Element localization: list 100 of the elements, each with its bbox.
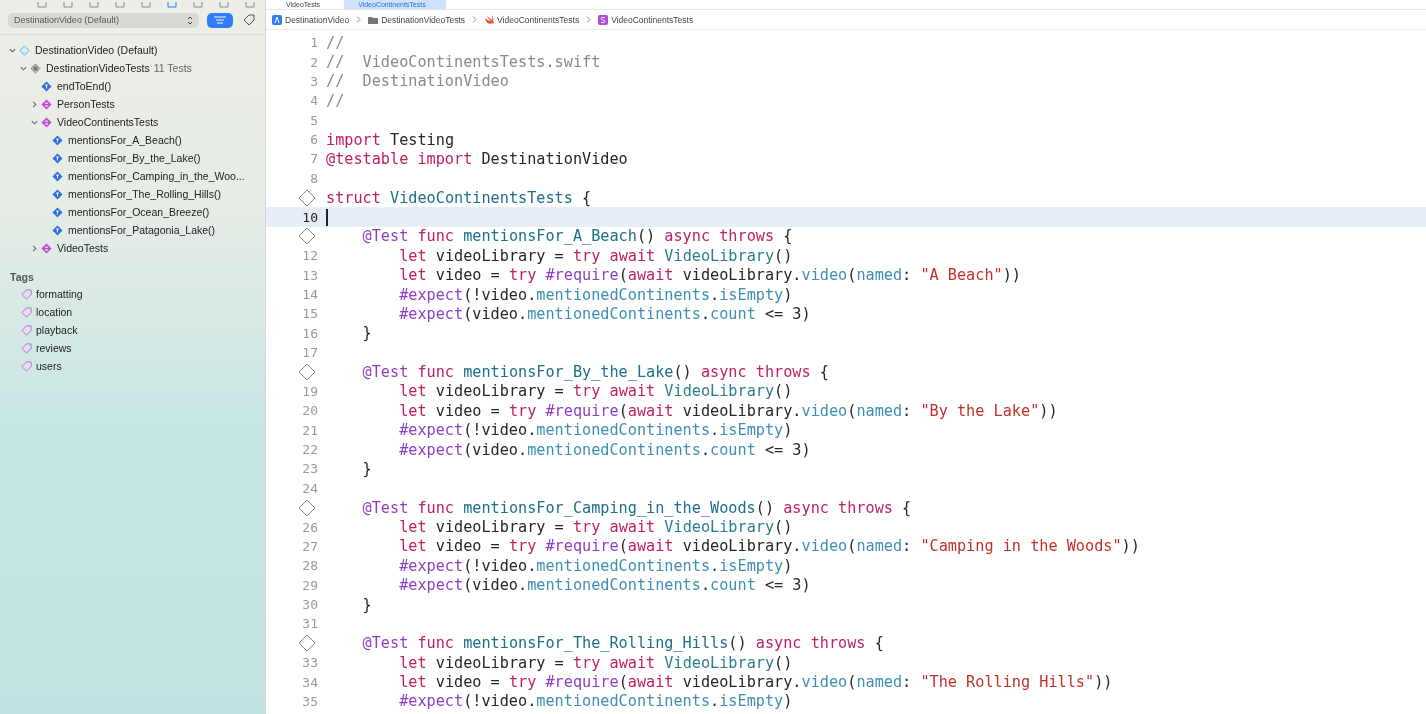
code-line: let videoLibrary = try await VideoLibrary() [398, 653, 793, 672]
code-line: #expect(!video.mentionedContinents.isEmpty) [398, 285, 793, 304]
code-line: @Test func mentionsFor_The_Rolling_Hills() async throws { [361, 634, 884, 653]
navigator-icon[interactable] [114, 2, 126, 8]
navigator-icon[interactable] [62, 2, 74, 8]
test-diamond-icon[interactable] [298, 498, 316, 517]
tag-item[interactable]: formatting [36, 288, 83, 300]
code-line: // VideoContinentsTests.swift [326, 53, 601, 72]
navigator-icon[interactable] [36, 2, 48, 8]
line-number: 22 [302, 442, 318, 458]
test-diamond-icon [52, 152, 63, 164]
code-line: #expect(video.mentionedContinents.count <= 3) [398, 576, 811, 595]
line-number: 3 [310, 73, 318, 89]
disclosure-chevron-icon[interactable] [30, 243, 39, 253]
line-number: 19 [302, 383, 318, 399]
line-number: 20 [302, 403, 318, 419]
code-line: let video = try #require(await videoLibrary.video(named: "A Beach")) [398, 266, 1021, 285]
code-line: } [361, 324, 372, 343]
tree-item[interactable]: mentionsFor_A_Beach() [68, 134, 182, 146]
chevron-icon [472, 16, 478, 23]
test-diamond-icon [52, 170, 63, 182]
test-diamond-icon[interactable] [298, 188, 316, 207]
code-line: #expect(video.mentionedContinents.count <= 3) [398, 304, 811, 323]
code-line: struct VideoContinentsTests { [326, 188, 592, 207]
test-diamond-icon [52, 188, 63, 200]
code-line: #expect(!video.mentionedContinents.isEmpty) [398, 556, 793, 575]
line-number: 4 [310, 93, 318, 109]
tree-item[interactable]: mentionsFor_The_Rolling_Hills() [68, 188, 221, 200]
tree-item[interactable]: mentionsFor_Ocean_Breeze() [68, 206, 210, 218]
tree-item[interactable]: VideoContinentsTests [57, 116, 159, 128]
filter-button[interactable] [207, 12, 233, 28]
tag-icon [21, 324, 32, 336]
navigator-icon[interactable] [166, 2, 178, 8]
tag-item[interactable]: location [36, 306, 73, 318]
test-diamond-icon[interactable] [298, 634, 316, 653]
tree-item[interactable]: mentionsFor_Camping_in_the_Woo... [68, 170, 245, 182]
scheme-selector[interactable]: DestinationVideo (Default) [8, 12, 199, 28]
code-line: let videoLibrary = try await VideoLibrary() [398, 246, 793, 265]
code-line: @Test func mentionsFor_By_the_Lake() async throws { [361, 363, 829, 382]
breadcrumb-item[interactable]: VideoContinentsTests [611, 14, 694, 25]
line-number: 24 [302, 480, 318, 496]
code-line: import Testing [326, 130, 455, 149]
line-number: 13 [302, 267, 318, 283]
suite-diamond-icon [41, 242, 52, 254]
test-diamond-icon [41, 80, 52, 92]
tag-item[interactable]: users [36, 360, 62, 372]
tags-heading: Tags [9, 270, 35, 285]
text-caret [326, 208, 328, 226]
code-line: let video = try #require(await videoLibrary.video(named: "By the Lake")) [398, 401, 1058, 420]
code-line: // DestinationVideo [326, 72, 509, 91]
tag-icon [21, 360, 32, 372]
tree-item[interactable]: mentionsFor_Patagonia_Lake() [68, 224, 216, 236]
navigator-icon[interactable] [244, 2, 256, 8]
tree-item[interactable]: PersonTests [57, 98, 115, 110]
line-number: 6 [310, 132, 318, 148]
chevron-icon [586, 16, 592, 23]
tree-item[interactable]: DestinationVideoTests [46, 62, 150, 74]
tag-item[interactable]: playback [36, 324, 78, 336]
tag-icon [243, 14, 255, 26]
tree-item[interactable]: mentionsFor_By_the_Lake() [68, 152, 201, 164]
line-number: 5 [310, 112, 318, 128]
line-number: 10 [302, 209, 318, 225]
suite-diamond-icon [41, 116, 52, 128]
tag-icon [21, 306, 32, 318]
code-line: let videoLibrary = try await VideoLibrary() [398, 518, 793, 537]
tree-item[interactable]: VideoTests [57, 242, 109, 254]
code-line: @testable import DestinationVideo [326, 149, 628, 168]
tag-button[interactable] [241, 12, 257, 28]
code-line: @Test func mentionsFor_A_Beach() async throws { [361, 227, 793, 246]
line-number: 7 [310, 151, 318, 167]
chevron-icon [356, 16, 362, 23]
folder-icon [368, 14, 379, 25]
navigator-icon[interactable] [140, 2, 152, 8]
breadcrumb-item[interactable]: DestinationVideoTests [381, 14, 466, 25]
navigator-icon[interactable] [218, 2, 230, 8]
breadcrumb-item[interactable]: VideoContinentsTests [497, 14, 580, 25]
tree-item[interactable]: DestinationVideo (Default) [35, 44, 158, 56]
tag-item[interactable]: reviews [36, 342, 72, 354]
line-number: 16 [302, 325, 318, 341]
breadcrumb-item[interactable]: DestinationVideo [285, 14, 350, 25]
code-line: let videoLibrary = try await VideoLibrary() [398, 382, 793, 401]
test-count: 11 Tests [153, 62, 192, 74]
line-number: 14 [302, 287, 318, 303]
navigator-icon[interactable] [88, 2, 100, 8]
target-icon [30, 62, 41, 74]
line-number: 35 [302, 693, 318, 709]
code-line: #expect(!video.mentionedContinents.isEmpty) [398, 421, 793, 440]
line-number: 34 [302, 674, 318, 690]
line-number: 12 [302, 248, 318, 264]
app-icon [272, 14, 282, 25]
line-number: 17 [302, 345, 318, 361]
navigator-icon[interactable] [192, 2, 204, 8]
test-diamond-icon[interactable] [298, 363, 316, 382]
tag-icon [21, 342, 32, 354]
code-line: @Test func mentionsFor_Camping_in_the_Woods() async throws { [361, 498, 912, 517]
line-number: 33 [302, 655, 318, 671]
code-line: #expect(!video.mentionedContinents.isEmpty) [398, 692, 793, 711]
tree-item[interactable]: endToEnd() [57, 80, 112, 92]
test-diamond-icon[interactable] [298, 227, 316, 246]
line-number: 2 [310, 54, 318, 70]
